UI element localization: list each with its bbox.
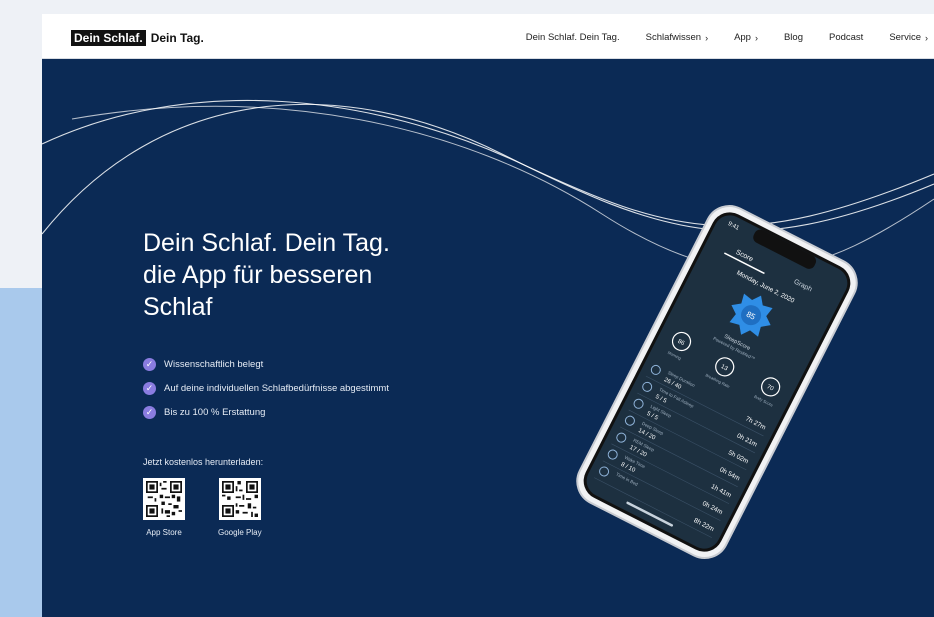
feature-item: ✓ Auf deine individuellen Schlafbedürfni…	[143, 376, 389, 400]
hero-title: Dein Schlaf. Dein Tag. die App für besse…	[143, 227, 473, 323]
feature-text: Bis zu 100 % Erstattung	[164, 406, 266, 418]
phone-illustration: 9:41 Score Graph Monday, June 2, 2020 85…	[576, 205, 858, 559]
chevron-right-icon: ›	[705, 32, 709, 43]
google-play-download[interactable]: Google Play	[218, 478, 262, 537]
nav-item-schlafwissen[interactable]: Schlafwissen ›	[646, 32, 708, 43]
nav-item-label: Service	[889, 32, 921, 43]
check-circle-icon: ✓	[143, 381, 156, 395]
feature-text: Auf deine individuellen Schlafbedürfniss…	[164, 382, 389, 394]
hero-title-line: die App für besseren	[143, 261, 373, 289]
qr-code-icon[interactable]	[218, 478, 261, 520]
download-label: Jetzt kostenlos herunterladen:	[143, 457, 264, 467]
feature-item: ✓ Bis zu 100 % Erstattung	[143, 400, 389, 424]
site-logo[interactable]: Dein Schlaf. Dein Tag.	[71, 30, 204, 46]
hero-title-line: Schlaf	[143, 293, 213, 321]
feature-list: ✓ Wissenschaftlich belegt ✓ Auf deine in…	[143, 352, 389, 424]
phone-mockup: 9:41 Score Graph Monday, June 2, 2020 85…	[557, 202, 877, 562]
nav-item-blog[interactable]: Blog	[784, 32, 803, 43]
check-circle-icon: ✓	[143, 405, 156, 419]
nav-item-label: Schlafwissen	[645, 32, 702, 43]
qr-code-icon[interactable]	[143, 478, 185, 520]
logo-mark: Dein Schlaf.	[71, 30, 146, 46]
nav-item-home[interactable]: Dein Schlaf. Dein Tag.	[526, 32, 620, 43]
main-nav: Dein Schlaf. Dein Tag. Schlafwissen › Ap…	[526, 32, 934, 43]
nav-item-label: Blog	[783, 32, 803, 43]
chevron-right-icon: ›	[925, 32, 928, 43]
feature-text: Wissenschaftlich belegt	[164, 358, 264, 370]
side-accent-block	[0, 288, 42, 617]
app-store-download[interactable]: App Store	[143, 478, 185, 537]
logo-text: Dein Tag.	[150, 31, 204, 45]
nav-item-app[interactable]: App ›	[734, 32, 758, 43]
nav-item-podcast[interactable]: Podcast	[829, 32, 863, 43]
store-label: App Store	[146, 528, 182, 537]
feature-item: ✓ Wissenschaftlich belegt	[143, 352, 389, 376]
chevron-right-icon: ›	[754, 32, 758, 43]
nav-item-service[interactable]: Service ›	[889, 32, 928, 43]
nav-item-label: Dein Schlaf. Dein Tag.	[525, 32, 620, 43]
website-frame: Dein Schlaf. Dein Tag. Dein Schlaf. Dein…	[42, 14, 934, 617]
nav-item-label: Podcast	[828, 32, 864, 43]
top-navigation-bar: Dein Schlaf. Dein Tag. Dein Schlaf. Dein…	[42, 14, 934, 59]
store-label: Google Play	[218, 528, 262, 537]
hero-title-line: Dein Schlaf. Dein Tag.	[143, 229, 390, 257]
nav-item-label: App	[734, 32, 751, 43]
check-circle-icon: ✓	[143, 357, 156, 371]
